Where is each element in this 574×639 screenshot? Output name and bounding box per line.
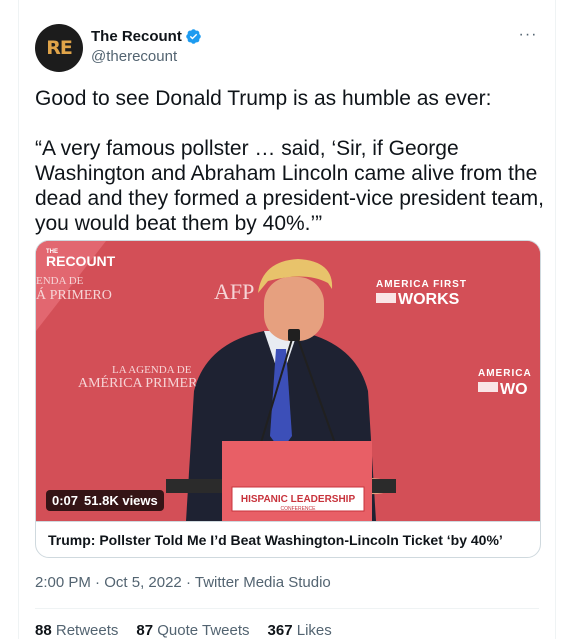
banner-afp: AFP: [214, 279, 254, 304]
likes-label: Likes: [296, 622, 332, 639]
more-horizontal-icon[interactable]: ···: [517, 26, 539, 46]
banner-af-works-line2: WORKS: [398, 291, 460, 308]
tweet-text-line2: “A very famous pollster … said, ‘Sir, if…: [35, 137, 544, 235]
tweet-date[interactable]: Oct 5, 2022: [104, 574, 182, 591]
author-handle[interactable]: @therecount: [91, 48, 202, 65]
avatar[interactable]: RE: [35, 24, 83, 72]
meta-separator: ·: [95, 574, 105, 591]
tweet-card: RE The Recount @therecount ··· Good to s…: [18, 0, 556, 639]
author-display-name[interactable]: The Recount: [91, 28, 202, 45]
tweet-text-line1: Good to see Donald Trump is as humble as…: [35, 87, 492, 110]
likes-count: 367: [267, 622, 293, 639]
retweets-count: 88: [35, 622, 52, 639]
video-frame: THE RECOUNT ENDA DE Á PRIMERO AFP AMERIC…: [36, 241, 540, 521]
tweet-time[interactable]: 2:00 PM: [35, 574, 91, 591]
video-time-overlay: 0:07 51.8K views: [46, 490, 164, 511]
verified-badge-icon: [186, 29, 201, 44]
banner-right-line1: AMERICA: [478, 368, 532, 379]
divider: [35, 608, 539, 609]
podium-sub: CONFERENCE: [280, 506, 316, 512]
video-views: 51.8K views: [84, 493, 158, 508]
banner-right-line2: WO: [500, 381, 528, 398]
author-names: The Recount @therecount: [91, 28, 202, 65]
tweet-meta: 2:00 PM · Oct 5, 2022 · Twitter Media St…: [35, 574, 331, 591]
banner-left-line1: ENDA DE: [36, 275, 84, 287]
quotes-stat[interactable]: 87 Quote Tweets: [136, 622, 249, 639]
tweet-stats: 88 Retweets 87 Quote Tweets 367 Likes: [35, 622, 332, 639]
tweet-source[interactable]: Twitter Media Studio: [195, 574, 331, 591]
tweet-text: Good to see Donald Trump is as humble as…: [35, 86, 545, 236]
banner-agenda-line2: AMÉRICA PRIMERO: [78, 374, 208, 391]
retweets-label: Retweets: [55, 622, 119, 639]
quotes-label: Quote Tweets: [157, 622, 250, 639]
media-caption[interactable]: Trump: Pollster Told Me I’d Beat Washing…: [36, 521, 540, 557]
meta-separator: ·: [185, 574, 195, 591]
author-display-name-text: The Recount: [91, 28, 182, 45]
tweet-header: RE The Recount @therecount ···: [35, 24, 539, 72]
likes-stat[interactable]: 367 Likes: [268, 622, 332, 639]
brand-logo: RECOUNT: [46, 253, 116, 269]
podium-label: HISPANIC LEADERSHIP: [241, 494, 356, 505]
banner-af-works-line1: AMERICA FIRST: [376, 279, 467, 290]
banner-left-line2: Á PRIMERO: [36, 286, 112, 303]
retweets-stat[interactable]: 88 Retweets: [35, 622, 118, 639]
quotes-count: 87: [136, 622, 154, 639]
avatar-initials: RE: [46, 37, 73, 59]
video-time: 0:07: [52, 493, 79, 508]
video-player[interactable]: THE RECOUNT ENDA DE Á PRIMERO AFP AMERIC…: [36, 241, 540, 521]
media-card[interactable]: THE RECOUNT ENDA DE Á PRIMERO AFP AMERIC…: [35, 240, 541, 558]
banner-agenda-line1: LA AGENDA DE: [112, 364, 192, 376]
